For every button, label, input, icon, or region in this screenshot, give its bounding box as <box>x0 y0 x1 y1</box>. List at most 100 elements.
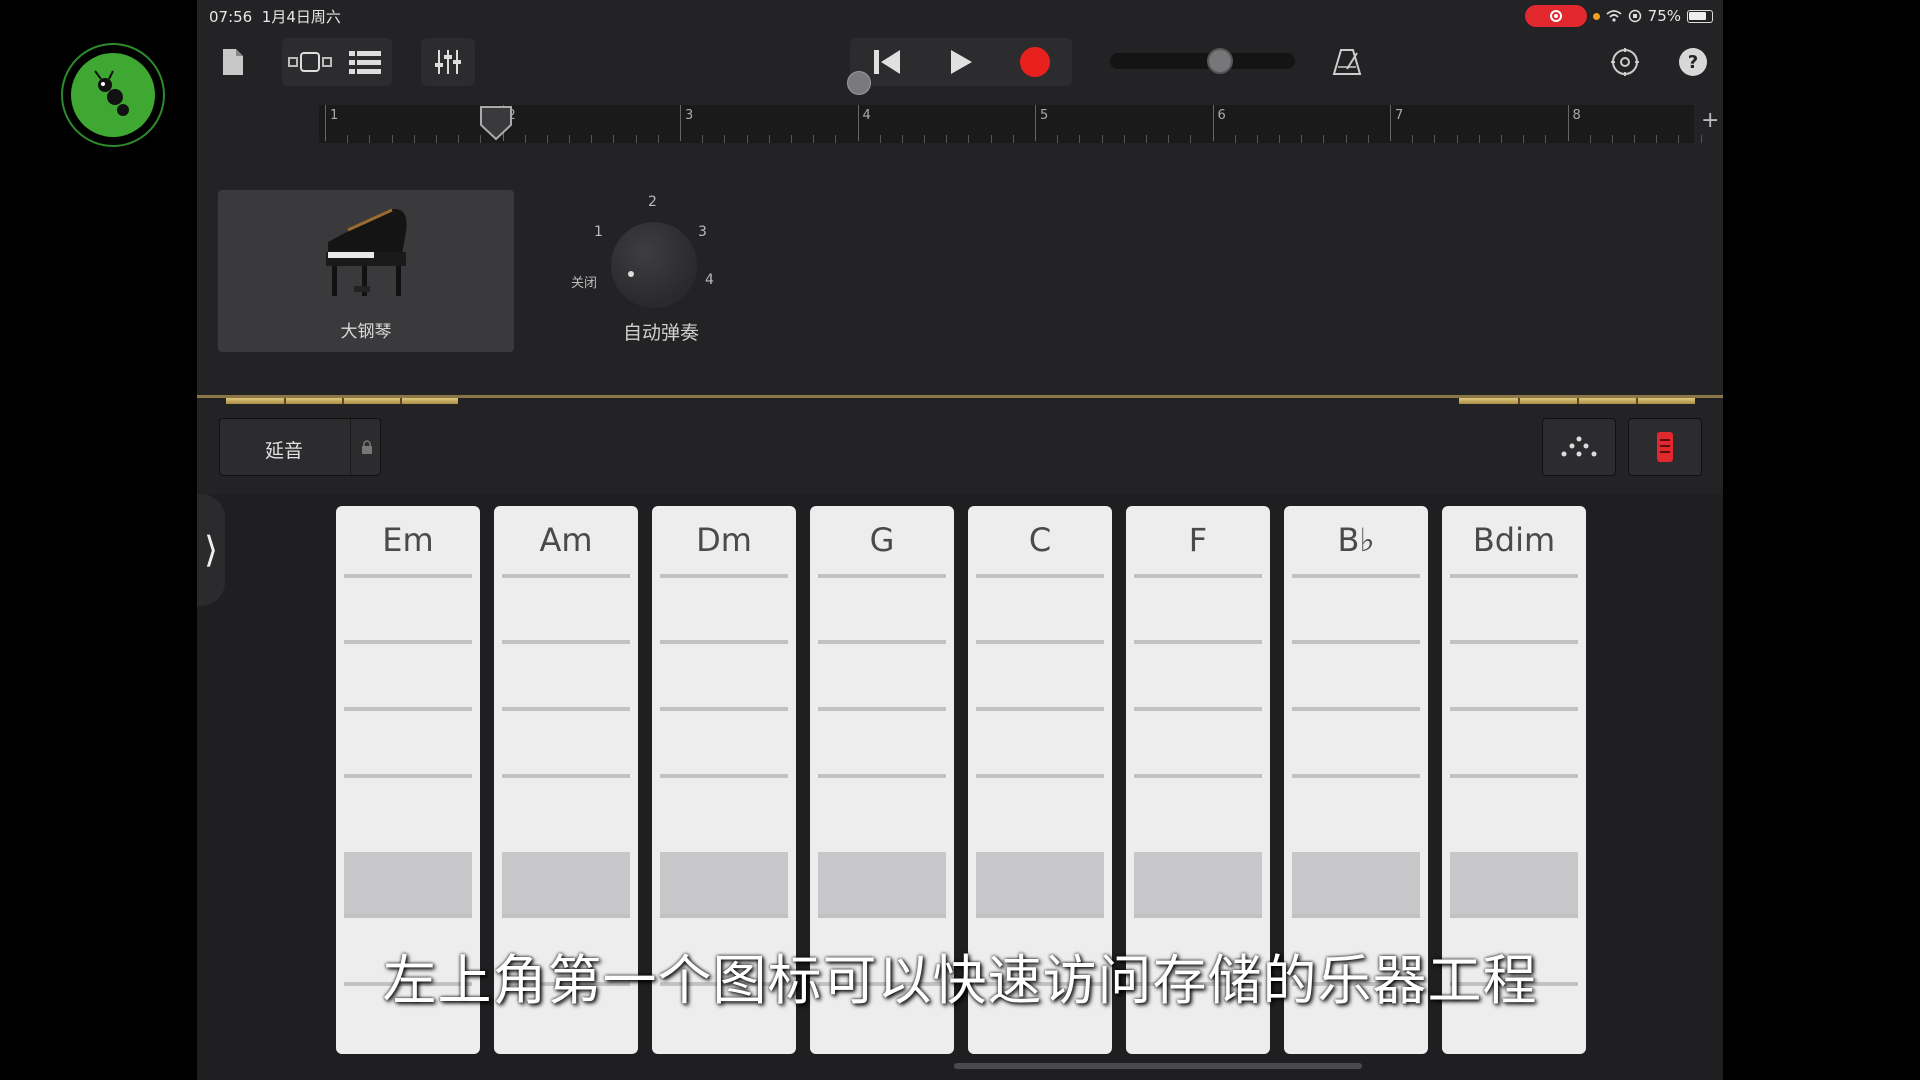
ruler-tick <box>1190 135 1192 143</box>
view-toggle-group <box>282 38 392 86</box>
strip-segment-divider <box>1292 914 1420 918</box>
ruler-bar-number: 3 <box>685 108 694 123</box>
instrument-card[interactable]: 大钢琴 <box>218 190 514 352</box>
ruler-tick <box>546 135 548 143</box>
volume-slider-thumb[interactable] <box>1207 48 1233 74</box>
strip-segment-divider <box>976 707 1104 711</box>
home-indicator[interactable] <box>954 1063 1362 1069</box>
ruler-tick <box>1478 135 1480 143</box>
ruler-bar-number: 8 <box>1572 108 1581 123</box>
orientation-lock-icon <box>1628 9 1641 23</box>
sustain-lock-toggle[interactable] <box>350 419 383 475</box>
ruler-tick <box>1323 135 1325 143</box>
ruler-tick <box>835 135 837 143</box>
chord-name: C <box>1028 521 1052 559</box>
my-songs-button[interactable] <box>215 38 251 86</box>
bass-zone[interactable] <box>1292 852 1420 914</box>
bass-zone[interactable] <box>818 852 946 914</box>
autoplay-label-off: 关闭 <box>571 276 598 291</box>
mixer-button[interactable] <box>421 38 475 86</box>
ruler-tick <box>1589 135 1591 143</box>
strip-segment-divider <box>660 914 788 918</box>
ruler-tick <box>1656 135 1658 143</box>
playhead-marker[interactable] <box>479 105 513 141</box>
bass-zone[interactable] <box>1450 852 1578 914</box>
add-section-button[interactable]: + <box>1701 108 1719 133</box>
arpeggiator-button[interactable] <box>1542 418 1616 476</box>
battery-percent: 75% <box>1647 7 1681 25</box>
bass-zone[interactable] <box>502 852 630 914</box>
strip-segment-divider <box>344 640 472 644</box>
gold-trim-seam <box>1518 398 1520 404</box>
expand-panel-button[interactable]: ⟩ <box>197 494 225 606</box>
autoplay-knob[interactable] <box>611 222 697 308</box>
bass-zone[interactable] <box>344 852 472 914</box>
gold-trim-seam <box>1636 398 1638 404</box>
ruler-tick <box>1367 135 1369 143</box>
document-icon <box>223 49 243 75</box>
ruler-bar-number: 6 <box>1217 108 1226 123</box>
chord-name: Am <box>539 521 593 559</box>
ruler-tick <box>1678 135 1680 143</box>
ruler-bar-line <box>1567 105 1569 141</box>
timeline-ruler[interactable]: 12345678 <box>319 105 1723 143</box>
transport-controls <box>850 38 1072 86</box>
ruler-tick <box>613 135 615 143</box>
strip-segment-divider <box>502 707 630 711</box>
browser-view-button[interactable] <box>282 38 337 86</box>
strip-segment-divider <box>1450 707 1578 711</box>
ruler-tick <box>1301 135 1303 143</box>
ruler-bar-line <box>325 105 326 141</box>
strip-segment-divider <box>502 914 630 918</box>
gold-trim-seam <box>400 398 402 404</box>
bass-zone[interactable] <box>1134 852 1262 914</box>
playhead-scrub-handle[interactable] <box>847 71 871 95</box>
strip-segment-divider <box>1134 707 1262 711</box>
ruler-tick <box>1500 135 1502 143</box>
chord-name: Bdim <box>1472 521 1556 559</box>
strip-segment-divider <box>1134 574 1262 578</box>
play-button[interactable] <box>924 38 998 86</box>
bass-zone[interactable] <box>976 852 1104 914</box>
ruler-tick <box>768 135 770 143</box>
sustain-button[interactable]: 延音 <box>219 418 381 476</box>
ruler-tick <box>968 135 970 143</box>
ruler-tick <box>1101 135 1103 143</box>
strip-segment-divider <box>344 914 472 918</box>
ruler-tick <box>1700 135 1702 143</box>
chord-strips-view-button[interactable] <box>1628 418 1702 476</box>
settings-button[interactable] <box>1605 38 1645 86</box>
autoplay-title: 自动弹奏 <box>622 322 699 344</box>
tracks-view-button[interactable] <box>337 38 392 86</box>
chord-name: Em <box>382 521 434 559</box>
ant-logo-icon <box>71 53 155 137</box>
strip-segment-divider <box>502 574 630 578</box>
screen-recording-indicator[interactable] <box>1524 5 1587 27</box>
metronome-icon <box>1332 49 1362 75</box>
strip-segment-divider <box>818 707 946 711</box>
strip-segment-divider <box>344 774 472 778</box>
ruler-tick <box>924 135 926 143</box>
lock-icon <box>362 440 372 454</box>
settings-gear-icon <box>1611 48 1639 76</box>
strip-segment-divider <box>502 640 630 644</box>
ruler-tick <box>1145 135 1147 143</box>
strip-segment-divider <box>1450 914 1578 918</box>
record-button[interactable] <box>998 38 1072 86</box>
status-time: 07:56 1月4日周六 <box>209 8 341 26</box>
bass-zone[interactable] <box>660 852 788 914</box>
strip-segment-divider <box>818 774 946 778</box>
ruler-tick <box>1279 135 1281 143</box>
ruler-bar-line <box>1212 105 1214 141</box>
gold-trim-seam <box>1577 398 1579 404</box>
ruler-tick <box>702 135 704 143</box>
master-volume-slider[interactable] <box>1110 48 1295 74</box>
strip-segment-divider <box>818 574 946 578</box>
ruler-bar-number: 7 <box>1395 108 1404 123</box>
help-button[interactable]: ? <box>1673 38 1713 86</box>
metronome-button[interactable] <box>1327 38 1367 86</box>
ruler-tick <box>1256 135 1258 143</box>
ruler-bar-line <box>680 105 681 141</box>
ruler-tick <box>1123 135 1125 143</box>
ruler-tick <box>1523 135 1525 143</box>
